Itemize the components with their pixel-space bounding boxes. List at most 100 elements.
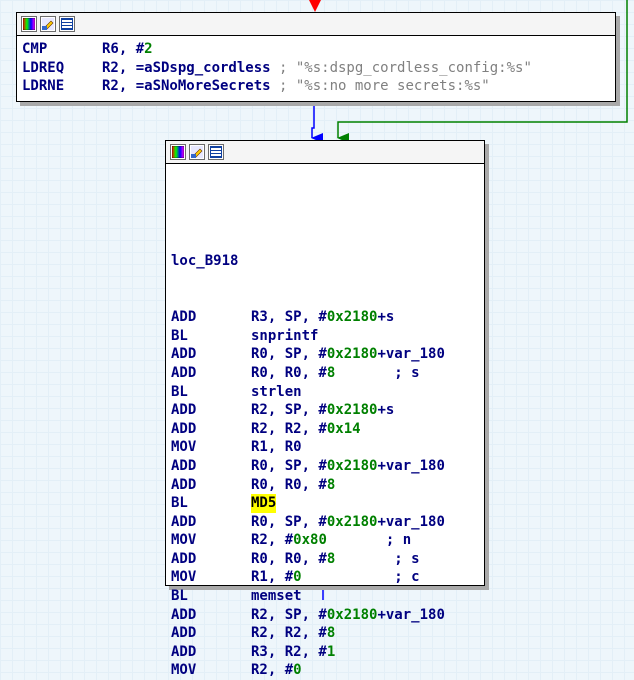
code-line[interactable]: MOV R2, #0 [171, 661, 484, 680]
code-line[interactable]: ADD R2, R2, #8 [171, 624, 484, 643]
code-operand: R0, SP, # [251, 513, 327, 530]
mnemonic: ADD [171, 476, 197, 493]
color-palette-icon[interactable] [170, 144, 186, 160]
color-palette-icon[interactable] [21, 16, 37, 32]
mnemonic: ADD [171, 513, 197, 530]
code-operand: ; s [335, 550, 420, 567]
mnemonic: ADD [171, 346, 197, 363]
code-immediate: 0 [293, 662, 302, 679]
code-operand: R0, SP, # [251, 346, 327, 363]
mnemonic: CMP [22, 41, 48, 57]
code-immediate: 0x2180 [326, 513, 378, 530]
code-operand[interactable]: strlen [251, 383, 302, 402]
code-operand: R3, R2, # [251, 643, 327, 660]
mnemonic: ADD [171, 606, 197, 623]
code-operand: +var_180 [377, 513, 445, 530]
code-immediate: 8 [326, 476, 336, 493]
code-operand: +var_180 [377, 606, 445, 623]
node-toolbar [17, 13, 615, 36]
code-operand: R1, # [251, 569, 294, 586]
mnemonic: BL [171, 327, 188, 344]
code-immediate: 0x14 [326, 420, 361, 437]
edge-blue-true-branch [311, 104, 323, 143]
code-label-loc_B918[interactable]: loc_B918 [171, 252, 238, 271]
code-line[interactable]: BL strlen [171, 383, 484, 402]
code-immediate: 8 [326, 364, 336, 381]
code-immediate: 2 [144, 41, 153, 57]
mnemonic: BL [171, 588, 188, 605]
code-line[interactable]: MOV R2, #0x80 ; n [171, 531, 484, 550]
code-line[interactable]: MOV R1, R0 [171, 438, 484, 457]
code-operand: ; n [326, 532, 412, 549]
code-immediate: 0x2180 [326, 346, 378, 363]
edit-node-icon[interactable] [40, 16, 56, 32]
code-line[interactable]: BL snprintf [171, 327, 484, 346]
code-line[interactable]: LDRNE R2, =aSNoMoreSecrets ; "%s:no more … [22, 77, 615, 96]
code-line[interactable]: ADD R2, SP, #0x2180 +s [171, 401, 484, 420]
code-line[interactable]: ADD R0, SP, #0x2180 +var_180 [171, 513, 484, 532]
code-immediate: 0 [293, 569, 302, 586]
code-operand[interactable]: MD5 [251, 494, 277, 513]
code-node-loc_B918[interactable]: loc_B918 ADD R3, SP, #0x2180 +s BL snprintf A… [165, 140, 485, 678]
code-operand: +s [377, 402, 395, 419]
code-operand: R2, =aSDspg_cordless [102, 59, 271, 76]
code-comment: ; "%s:no more secrets:%s" [270, 78, 490, 95]
graph-view-icon[interactable] [59, 16, 75, 32]
code-operand: +var_180 [377, 457, 445, 474]
code-operand: ; c [301, 569, 420, 586]
mnemonic: ADD [171, 402, 197, 419]
code-operand: R0, R0, # [251, 550, 327, 567]
code-line[interactable]: ADD R0, SP, #0x2180 +var_180 [171, 457, 484, 476]
code-operand[interactable]: memset [251, 587, 302, 606]
code-node-top[interactable]: CMP R6, #2 LDREQ R2, =aSDspg_cordless ; "%s… [16, 12, 616, 102]
code-line[interactable]: ADD R3, SP, #0x2180 +s [171, 308, 484, 327]
code-immediate: 0x2180 [326, 309, 378, 326]
code-listing-top: CMP R6, #2 LDREQ R2, =aSDspg_cordless ; "%s… [17, 36, 615, 96]
code-operand: R3, SP, # [251, 309, 327, 326]
mnemonic: BL [171, 383, 188, 400]
code-operand: R2, # [251, 532, 294, 549]
arrow-red-head [309, 0, 321, 12]
mnemonic: MOV [171, 569, 197, 586]
code-operand: R0, R0, # [251, 364, 327, 381]
edit-node-icon[interactable] [189, 144, 205, 160]
code-operand: R2, R2, # [251, 420, 327, 437]
code-line[interactable]: ADD R0, R0, #8 ; s [171, 550, 484, 569]
code-line[interactable]: LDREQ R2, =aSDspg_cordless ; "%s:dspg_cor… [22, 59, 615, 78]
code-line[interactable]: BL MD5 [171, 494, 484, 513]
mnemonic: LDREQ [22, 59, 65, 76]
code-line[interactable]: ADD R0, R0, #8 [171, 476, 484, 495]
mnemonic: MOV [171, 662, 197, 679]
code-line[interactable]: BL memset [171, 587, 484, 606]
code-operand: R2, R2, # [251, 625, 327, 642]
code-immediate: 8 [326, 625, 336, 642]
code-line[interactable]: MOV R1, #0 ; c [171, 568, 484, 587]
code-line[interactable]: ADD R0, SP, #0x2180 +var_180 [171, 345, 484, 364]
code-immediate: 8 [326, 550, 336, 567]
mnemonic: ADD [171, 364, 197, 381]
mnemonic: LDRNE [22, 78, 65, 95]
mnemonic: MOV [171, 532, 197, 549]
code-line[interactable]: ADD R0, R0, #8 ; s [171, 364, 484, 383]
code-line[interactable]: CMP R6, #2 [22, 40, 615, 59]
code-operand: R1, R0 [251, 439, 302, 456]
code-operand: # [135, 41, 145, 57]
code-immediate: 0x80 [293, 532, 327, 549]
code-operand[interactable]: snprintf [251, 327, 318, 346]
code-listing-main: loc_B918 ADD R3, SP, #0x2180 +s BL snprintf A… [166, 164, 484, 680]
code-line[interactable]: ADD R2, SP, #0x2180 +var_180 [171, 606, 484, 625]
node-toolbar [166, 141, 484, 164]
code-comment: ; "%s:dspg_cordless_config:%s" [270, 59, 532, 76]
code-line[interactable]: ADD R2, R2, #0x14 [171, 420, 484, 439]
code-operand: +s [377, 309, 395, 326]
code-immediate: 0x2180 [326, 606, 378, 623]
mnemonic: ADD [171, 550, 197, 567]
mnemonic: ADD [171, 309, 197, 326]
code-immediate: 0x2180 [326, 457, 378, 474]
code-line[interactable]: ADD R3, R2, #1 [171, 643, 484, 662]
code-operand: R2, SP, # [251, 402, 327, 419]
code-operand: R6, [102, 41, 136, 57]
mnemonic: BL [171, 495, 188, 512]
mnemonic: MOV [171, 439, 197, 456]
graph-view-icon[interactable] [208, 144, 224, 160]
